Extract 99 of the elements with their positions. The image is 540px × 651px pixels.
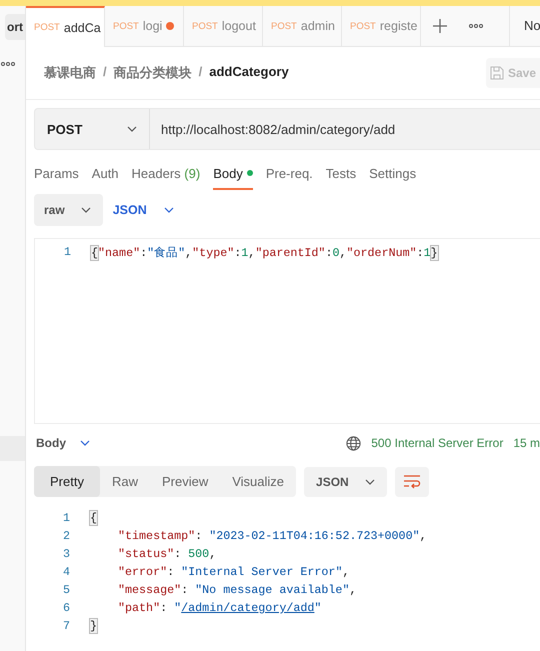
json-punctuation: : [181,583,190,597]
json-punctuation: , [248,246,256,260]
import-button[interactable]: ort [5,14,25,40]
request-section-tab[interactable]: Body [213,158,253,190]
response-time: 15 m [513,436,540,450]
request-tab[interactable]: POST registe [342,6,421,46]
json-punctuation: , [342,565,350,579]
caret-icon [80,207,91,213]
caret-icon [80,440,90,446]
request-tab[interactable]: POST logi [105,6,184,46]
caret-icon [164,207,174,213]
json-punctuation: : [416,246,424,260]
json-punctuation: , [209,547,216,561]
json-string: " [174,601,182,615]
json-string: "2023-02-11T04:16:52.723+0000" [209,529,420,543]
breadcrumb-separator: / [103,64,107,81]
json-punctuation: , [339,246,346,260]
more-icon[interactable] [469,24,483,28]
globe-icon [346,436,362,450]
json-punctuation: : [160,601,168,615]
json-string: "Internal Server Error" [181,565,342,579]
method-label: POST [34,22,60,33]
json-bracket: { [90,511,98,525]
more-icon[interactable] [1,62,15,66]
json-punctuation: , [185,246,192,260]
tab-title: logi [142,19,162,33]
method-label: POST [113,20,139,32]
view-tab[interactable]: Visualize [220,466,296,497]
body-mode-dropdown[interactable]: raw [34,194,103,226]
method-label: POST [271,20,297,32]
json-string: "No message available" [195,583,350,597]
format-dropdown[interactable]: JSON [304,466,387,496]
json-key: "status" [118,547,174,561]
line-number: 3 [62,547,71,561]
json-punctuation: , [349,583,356,597]
caret-icon [364,478,375,484]
request-section-tab[interactable]: Headers (9) [132,158,200,190]
request-section-tab[interactable]: Pre-req. [266,158,313,190]
tab-title: addCa [64,20,101,34]
json-punctuation: : [195,529,204,543]
request-body-editor[interactable]: 1 {"name":"食品","type":1,"parentId":0,"orderNum":1} [34,238,540,424]
json-key: "type" [192,246,234,260]
json-punctuation: : [174,547,182,561]
json-number: 0 [332,246,340,260]
save-icon [490,66,504,80]
line-number: 5 [62,583,71,597]
line-number: 2 [62,529,71,543]
line-number: 6 [62,601,71,615]
response-section-dropdown[interactable]: Body [34,436,90,450]
line-number: 1 [62,245,72,259]
method-label: POST [192,20,218,32]
request-tab[interactable]: POST admin [263,6,342,46]
json-number: 1 [241,246,248,260]
tab-title: registe [380,19,418,33]
wrap-lines-button[interactable] [394,466,429,496]
environment-selector[interactable]: No [509,6,540,46]
json-punctuation: : [234,246,242,260]
json-key: "timestamp" [118,529,196,543]
request-section-tab[interactable]: Auth [92,158,119,190]
json-number: 1 [424,246,431,260]
json-punctuation: : [167,565,176,579]
breadcrumb-item[interactable]: addCategory [209,64,289,82]
line-number: 1 [62,511,71,525]
json-key: "name" [98,246,140,260]
line-number: 4 [62,565,71,579]
json-number: 500 [188,547,210,561]
json-bracket: } [90,619,98,633]
json-bracket: { [91,246,98,260]
breadcrumb-item[interactable]: 商品分类模块 [114,64,192,82]
request-tab[interactable]: POST addCa [26,6,105,47]
json-string: " [314,601,322,615]
view-tab[interactable]: Raw [100,466,150,497]
line-number: 7 [62,619,71,633]
json-punctuation: : [140,246,148,260]
json-punctuation: , [420,529,427,543]
json-key: "message" [118,583,182,597]
json-link[interactable]: /admin/category/add [181,601,314,615]
wrap-icon [402,474,421,490]
json-punctuation: : [325,246,332,260]
request-section-tab[interactable]: Tests [326,158,356,190]
view-tab[interactable]: Pretty [34,466,100,497]
request-section-tab[interactable]: Params [34,158,79,190]
method-label: POST [350,20,376,32]
json-bracket: } [430,246,438,260]
view-tab[interactable]: Preview [150,466,220,497]
breadcrumb-separator: / [198,64,202,81]
json-key: "path" [118,601,160,615]
request-section-tab[interactable]: Settings [369,158,416,190]
json-key: "error" [118,565,168,579]
status-text: 500 Internal Server Error [371,436,504,450]
json-key: "orderNum" [346,246,417,260]
breadcrumb-item[interactable]: 慕课电商 [44,64,96,82]
request-tab[interactable]: POST logout [184,6,263,46]
plus-icon[interactable] [433,19,447,33]
tab-title: admin [300,19,335,33]
json-key: "parentId" [255,246,326,260]
language-dropdown[interactable]: JSON [112,203,174,217]
json-string: "食品" [147,246,186,260]
tab-title: logout [222,19,256,33]
